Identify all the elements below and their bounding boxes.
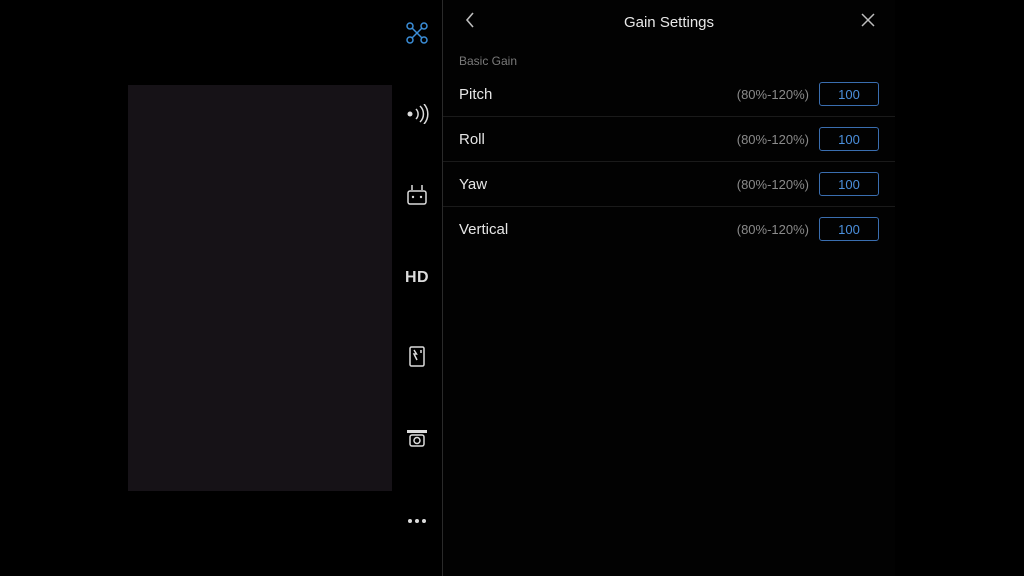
sidebar-item-drone[interactable] [404, 22, 430, 48]
hd-icon: HD [405, 269, 429, 287]
controller-icon [405, 184, 429, 211]
setting-label: Yaw [459, 176, 487, 193]
sidebar-item-more[interactable] [404, 508, 430, 534]
sidebar-item-battery[interactable] [404, 346, 430, 372]
setting-right: (80%-120%) 100 [737, 82, 879, 106]
close-button[interactable] [859, 13, 877, 31]
setting-row-pitch: Pitch (80%-120%) 100 [443, 72, 895, 117]
panel-title: Gain Settings [624, 14, 714, 31]
sidebar-item-controller[interactable] [404, 184, 430, 210]
setting-right: (80%-120%) 100 [737, 172, 879, 196]
gimbal-icon [405, 428, 429, 453]
sidebar-item-signal[interactable] [404, 103, 430, 129]
value-input-yaw[interactable]: 100 [819, 172, 879, 196]
value-input-roll[interactable]: 100 [819, 127, 879, 151]
setting-row-roll: Roll (80%-120%) 100 [443, 117, 895, 162]
value-input-vertical[interactable]: 100 [819, 217, 879, 241]
section-label: Basic Gain [443, 44, 895, 72]
close-icon [860, 12, 876, 33]
more-icon [408, 519, 426, 523]
range-text: (80%-120%) [737, 222, 809, 237]
value-input-pitch[interactable]: 100 [819, 82, 879, 106]
back-button[interactable] [461, 13, 479, 31]
range-text: (80%-120%) [737, 177, 809, 192]
range-text: (80%-120%) [737, 87, 809, 102]
setting-label: Roll [459, 131, 485, 148]
sidebar-item-gimbal[interactable] [404, 427, 430, 453]
battery-check-icon [406, 346, 428, 373]
range-text: (80%-120%) [737, 132, 809, 147]
settings-sidebar: HD [392, 0, 442, 576]
setting-right: (80%-120%) 100 [737, 127, 879, 151]
setting-label: Pitch [459, 86, 492, 103]
panel-header: Gain Settings [443, 0, 895, 44]
sidebar-item-hd[interactable]: HD [404, 265, 430, 291]
camera-viewport [128, 85, 392, 491]
settings-panel: Gain Settings Basic Gain Pitch (80%-120%… [443, 0, 895, 576]
chevron-left-icon [464, 11, 476, 34]
drone-icon [405, 21, 429, 50]
signal-icon [405, 104, 429, 129]
setting-label: Vertical [459, 221, 508, 238]
setting-right: (80%-120%) 100 [737, 217, 879, 241]
setting-row-vertical: Vertical (80%-120%) 100 [443, 207, 895, 251]
setting-row-yaw: Yaw (80%-120%) 100 [443, 162, 895, 207]
